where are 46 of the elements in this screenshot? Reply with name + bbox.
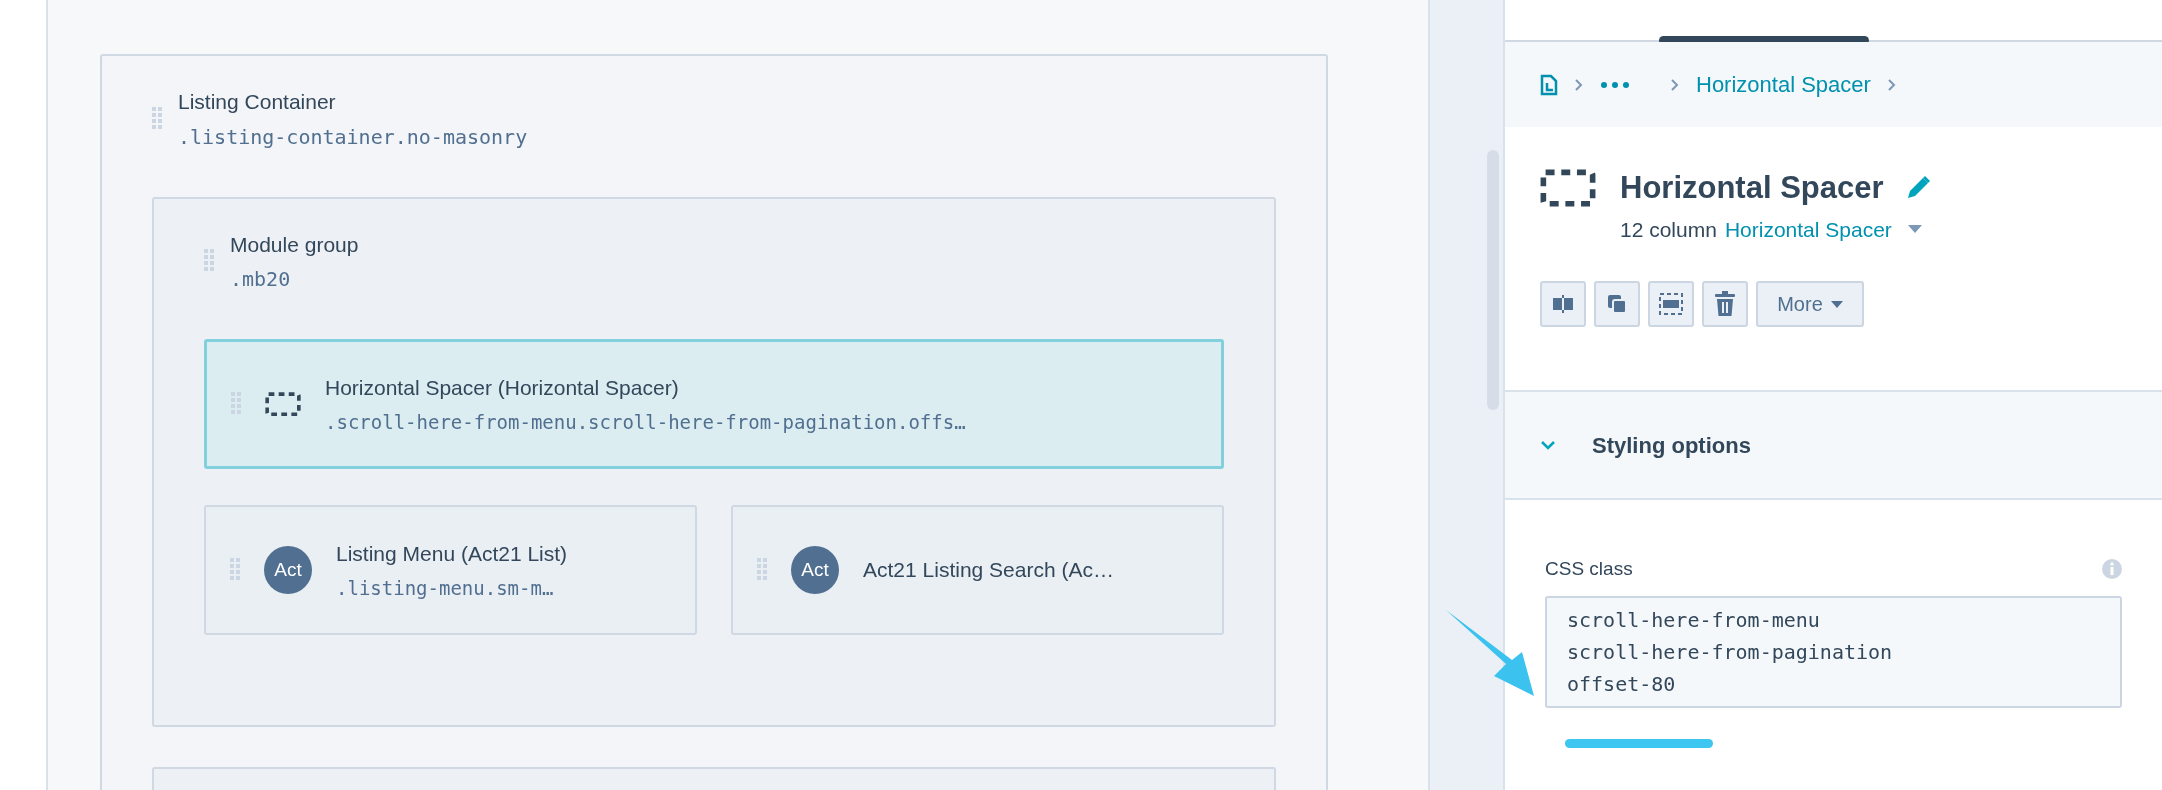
dashed-box-icon: [265, 391, 301, 417]
module-card[interactable]: Horizontal Spacer (Horizontal Spacer) .scroll-here-from-menu.scroll-here-from-pagination.offs…: [204, 339, 1224, 469]
caret-down-icon[interactable]: [1907, 225, 1922, 234]
chevron-right-icon: [1886, 77, 1897, 92]
group-title: Module group: [230, 231, 359, 258]
section-header[interactable]: Styling options: [1505, 390, 2162, 500]
module-title: Horizontal Spacer (Horizontal Spacer): [325, 375, 680, 401]
drag-handle-icon[interactable]: [230, 558, 240, 582]
css-class-field[interactable]: scroll-here-from-menu scroll-here-from-pagination offset-80: [1545, 595, 2122, 708]
module-class: .scroll-here-from-menu.scroll-here-from-pagination.offs…: [325, 409, 966, 435]
action-button[interactable]: [1648, 281, 1694, 327]
chevron-right-icon: [1574, 77, 1584, 92]
module-class: .listing-menu.sm-m…: [336, 575, 555, 601]
more-button[interactable]: More: [1756, 281, 1864, 327]
drag-handle-icon[interactable]: [152, 106, 162, 131]
container-class: .listing-container.no-masonry: [178, 123, 528, 151]
trash-icon: [1714, 291, 1736, 317]
page-icon[interactable]: [1540, 73, 1558, 96]
module-heading: Horizontal Spacer: [1620, 169, 1884, 207]
column-width-label: 12 column: [1620, 216, 1717, 243]
more-dots-icon[interactable]: [1600, 80, 1630, 89]
module-card[interactable]: Act Act21 Listing Search (Ac…: [731, 505, 1224, 635]
drag-handle-icon[interactable]: [204, 249, 214, 274]
field-label: CSS class: [1545, 557, 1633, 581]
module-group[interactable]: Module group .mb20 Horizontal Spacer (Horizontal Spacer) .scroll-here-from-menu.scroll-here-from-pagination.offs… Act Listing Menu (Act21 List) .listing-menu.sm-m… Act Act21 Listing Search (Ac…: [152, 196, 1276, 727]
module-title: Act21 Listing Search (Ac…: [863, 557, 1114, 584]
chevron-right-icon: [1670, 77, 1680, 92]
drag-handle-icon[interactable]: [757, 558, 767, 582]
info-icon[interactable]: [2102, 559, 2122, 580]
group-class: .mb20: [230, 266, 292, 293]
action-button[interactable]: [1594, 281, 1640, 327]
action-button[interactable]: [1702, 281, 1748, 327]
section-title: Styling options: [1592, 431, 1751, 460]
module-card[interactable]: Act Listing Menu (Act21 List) .listing-menu.sm-m…: [204, 505, 697, 635]
module-type-link[interactable]: Horizontal Spacer: [1724, 213, 1892, 245]
dashed-box-icon: [1540, 169, 1596, 208]
caret-down-icon: [1830, 300, 1843, 308]
select-box-icon: [1658, 292, 1684, 316]
module-logo: Act: [264, 546, 312, 594]
module-logo: Act: [791, 546, 839, 594]
module-title: Listing Menu (Act21 List): [336, 541, 568, 567]
split-icon: [1551, 292, 1575, 316]
breadcrumb-link[interactable]: Horizontal Spacer: [1696, 68, 1871, 101]
container-title: Listing Container: [178, 89, 337, 115]
listing-container[interactable]: [100, 54, 1328, 790]
action-button[interactable]: [1540, 281, 1586, 327]
